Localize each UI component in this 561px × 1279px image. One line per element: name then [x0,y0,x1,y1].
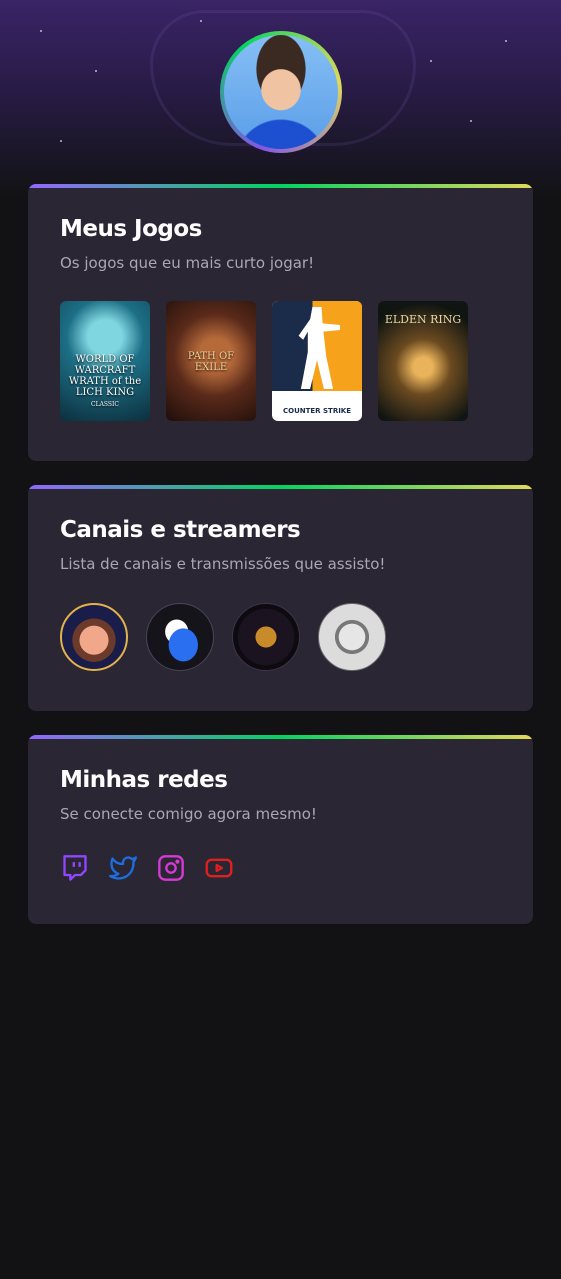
star [470,120,472,122]
streamer-avatar-tiger[interactable] [318,603,386,671]
game-cover-path-of-exile[interactable]: PATH OF EXILE [166,301,256,421]
card-accent-bar [28,735,533,739]
social-title: Minhas redes [60,767,228,793]
instagram-icon[interactable] [156,853,186,883]
game-cover-wow[interactable]: WORLD OF WARCRAFT WRATH of the LICH KING CLA… [60,301,150,421]
streamers-card: Canais e streamers Lista de canais e tra… [28,485,533,711]
streamer-avatar-v-emblem[interactable] [232,603,300,671]
twitter-icon[interactable] [108,853,138,883]
star [40,30,42,32]
social-card: Minhas redes Se conecte comigo agora mes… [28,735,533,924]
game-cover-text: COUNTER STRIKE [282,407,352,415]
star [60,140,62,142]
streamers-list [60,603,386,671]
streamer-avatar-cartoon[interactable] [60,603,128,671]
star [95,70,97,72]
streamers-title: Canais e streamers [60,517,301,543]
streamers-subtitle: Lista de canais e transmissões que assis… [60,555,386,573]
game-cover-text: ELDEN RING [384,313,462,326]
profile-avatar [224,35,338,149]
star [200,20,202,22]
social-subtitle: Se conecte comigo agora mesmo! [60,805,317,823]
game-cover-elden-ring[interactable]: ELDEN RING [378,301,468,421]
twitch-icon[interactable] [60,853,90,883]
game-cover-counter-strike[interactable]: COUNTER STRIKE [272,301,362,421]
card-accent-bar [28,485,533,489]
star [505,40,507,42]
game-cover-text: WORLD OF WARCRAFT WRATH of the LICH KING CLA… [68,354,142,408]
social-links [60,853,234,883]
streamer-avatar-winged-shoe[interactable] [146,603,214,671]
games-card: Meus Jogos Os jogos que eu mais curto jo… [28,184,533,461]
youtube-icon[interactable] [204,853,234,883]
game-cover-text: PATH OF EXILE [187,351,235,373]
games-subtitle: Os jogos que eu mais curto jogar! [60,254,315,272]
profile-avatar-ring [220,31,342,153]
star [430,60,432,62]
games-list: WORLD OF WARCRAFT WRATH of the LICH KING CLA… [60,301,468,421]
games-title: Meus Jogos [60,216,202,242]
card-accent-bar [28,184,533,188]
